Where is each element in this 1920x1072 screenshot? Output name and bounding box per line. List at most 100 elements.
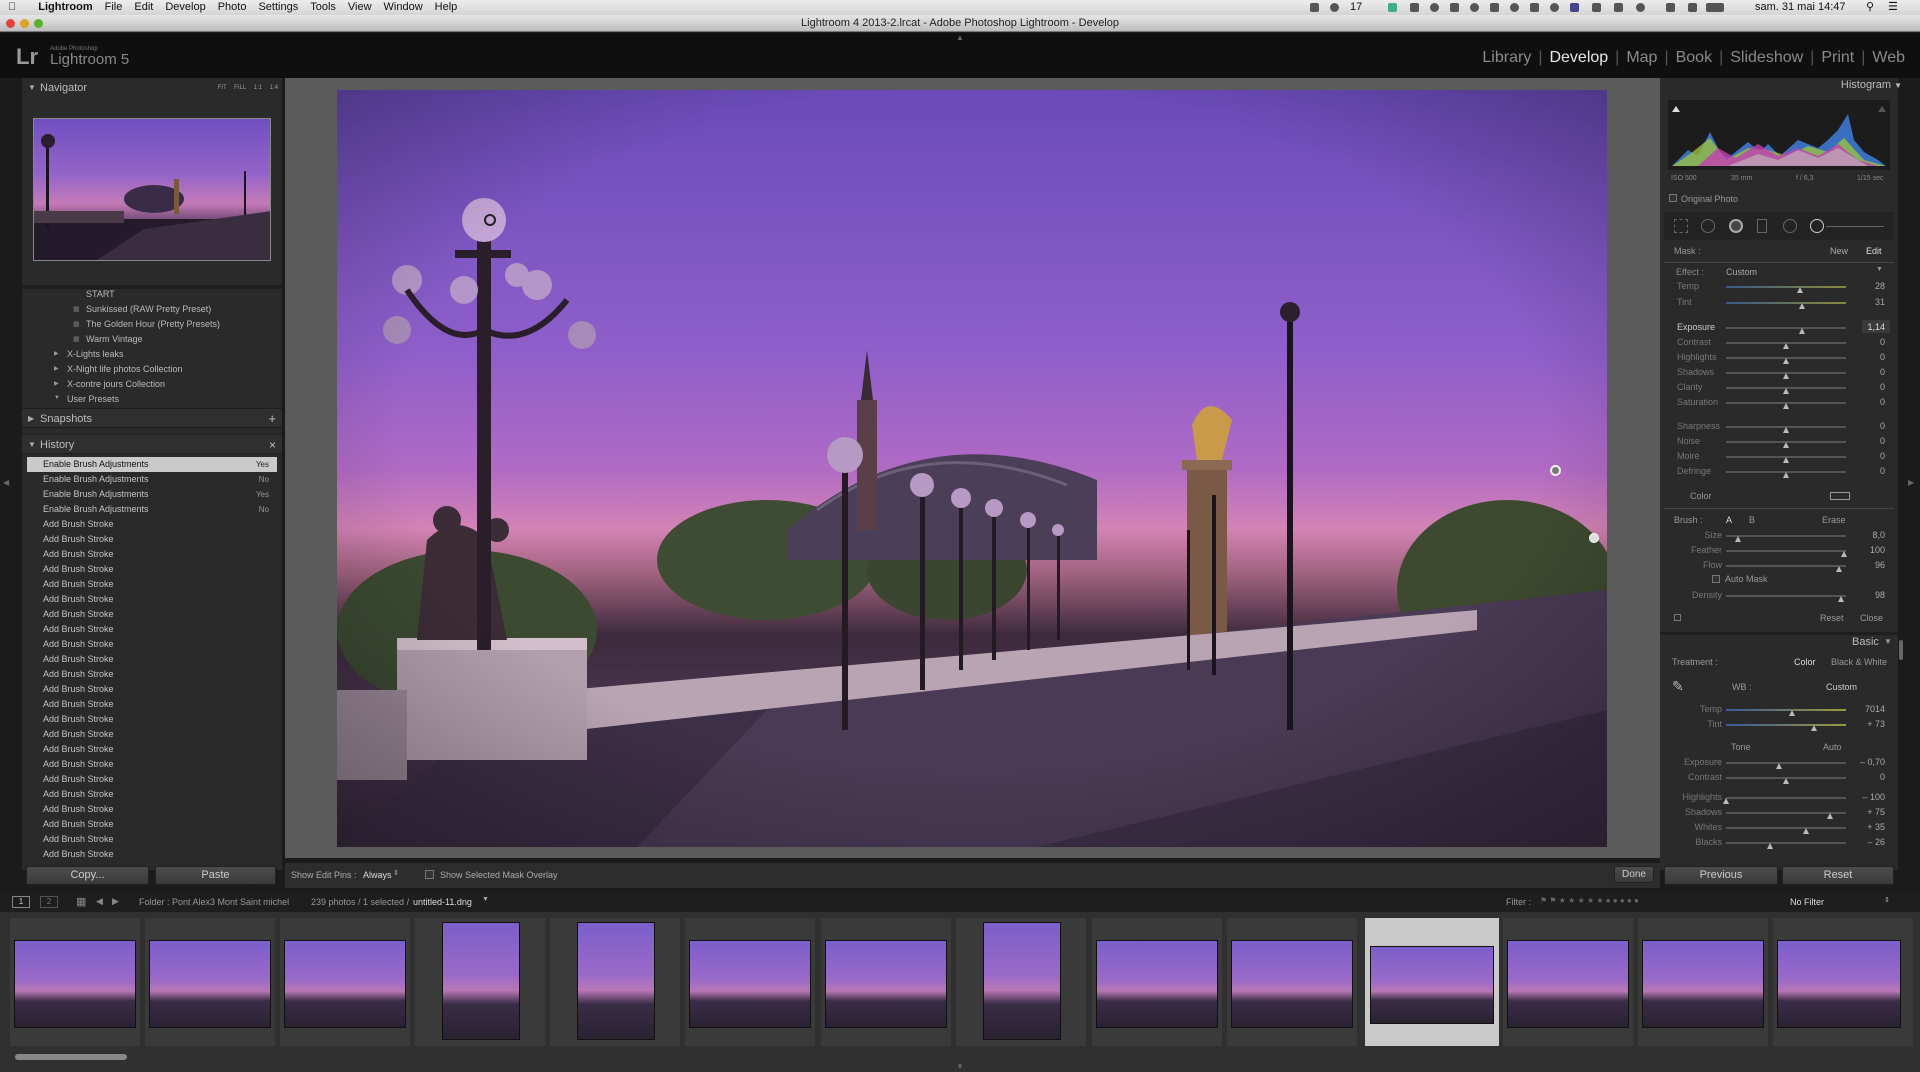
history-row[interactable]: Add Brush Stroke bbox=[27, 547, 277, 562]
slider-knob[interactable] bbox=[1835, 566, 1842, 572]
history-row[interactable]: Add Brush Stroke bbox=[27, 712, 277, 727]
treatment-bw-button[interactable]: Black & White bbox=[1831, 657, 1887, 667]
slider-track[interactable] bbox=[1726, 550, 1846, 552]
moon-icon[interactable] bbox=[1592, 3, 1601, 12]
thumbnail[interactable] bbox=[1096, 940, 1218, 1028]
slider-knob[interactable] bbox=[1775, 763, 1782, 769]
zoom-1-1[interactable]: 1:1 bbox=[254, 85, 262, 91]
snapshots-header[interactable]: ▶ Snapshots + bbox=[22, 408, 282, 428]
filmstrip-cell[interactable] bbox=[550, 918, 680, 1046]
color-swatch-button[interactable] bbox=[1830, 492, 1850, 500]
selected-filename[interactable]: untitled-11.dng bbox=[413, 897, 472, 907]
preset-item[interactable]: The Golden Hour (Pretty Presets) bbox=[86, 319, 220, 329]
menu-view[interactable]: View bbox=[348, 0, 372, 15]
minimize-window-icon[interactable] bbox=[20, 19, 29, 28]
wifi-icon[interactable] bbox=[1666, 3, 1675, 12]
slider-track[interactable] bbox=[1726, 286, 1846, 288]
thumbnail[interactable] bbox=[1231, 940, 1353, 1028]
slider-track[interactable] bbox=[1726, 595, 1846, 597]
slider-track[interactable] bbox=[1726, 327, 1846, 329]
filmstrip-cell[interactable] bbox=[956, 918, 1086, 1046]
forward-arrow-icon[interactable]: ▶ bbox=[112, 896, 119, 907]
dropbox-icon[interactable] bbox=[1470, 3, 1479, 12]
slider-value[interactable]: 0 bbox=[1845, 421, 1885, 431]
menu-settings[interactable]: Settings bbox=[258, 0, 298, 15]
slider-value[interactable]: 8,0 bbox=[1845, 530, 1885, 540]
slider-knob[interactable] bbox=[1783, 472, 1789, 478]
preset-item[interactable]: START bbox=[86, 289, 115, 299]
slider-knob[interactable] bbox=[1723, 798, 1729, 804]
slider-value[interactable]: + 35 bbox=[1845, 822, 1885, 832]
zoom-fit[interactable]: FIT bbox=[218, 85, 227, 91]
slider-knob[interactable] bbox=[1783, 427, 1789, 433]
slider-knob[interactable] bbox=[1783, 442, 1789, 448]
history-row[interactable]: Add Brush Stroke bbox=[27, 517, 277, 532]
history-row[interactable]: Add Brush Stroke bbox=[27, 532, 277, 547]
right-panel-scrollbar[interactable] bbox=[1899, 640, 1903, 660]
slider-value[interactable]: 0 bbox=[1845, 772, 1885, 782]
brush-erase-button[interactable]: Erase bbox=[1822, 515, 1846, 525]
filter-select[interactable]: No Filter bbox=[1790, 897, 1824, 907]
adobe-updates-badge[interactable]: 17 bbox=[1350, 0, 1362, 15]
collapse-triangle-icon[interactable]: ▼ bbox=[1884, 637, 1892, 646]
slider-value[interactable]: + 75 bbox=[1845, 807, 1885, 817]
second-window-button[interactable]: 2 bbox=[40, 896, 58, 908]
slider-value[interactable]: 31 bbox=[1845, 297, 1885, 307]
slider-value[interactable]: 0 bbox=[1845, 451, 1885, 461]
panel-switch-icon[interactable] bbox=[1674, 614, 1681, 621]
close-window-icon[interactable] bbox=[6, 19, 15, 28]
filmstrip-cell[interactable] bbox=[1092, 918, 1222, 1046]
slider-knob[interactable] bbox=[1827, 813, 1834, 819]
slider-value[interactable]: 98 bbox=[1845, 590, 1885, 600]
spot-removal-icon[interactable] bbox=[1701, 219, 1715, 233]
history-row[interactable]: Add Brush Stroke bbox=[27, 817, 277, 832]
preset-folder[interactable]: X-Lights leaks bbox=[67, 349, 124, 359]
brush-close-button[interactable]: Close bbox=[1860, 613, 1883, 623]
filmstrip-cell[interactable] bbox=[821, 918, 951, 1046]
thumbnail[interactable] bbox=[1642, 940, 1764, 1028]
history-row[interactable]: Add Brush Stroke bbox=[27, 682, 277, 697]
history-row[interactable]: Enable Brush Adjustments No bbox=[27, 502, 277, 517]
menu-develop[interactable]: Develop bbox=[165, 0, 205, 15]
copy-settings-button[interactable]: Copy... bbox=[26, 866, 149, 885]
bottom-panel-toggle-icon[interactable]: ▼ bbox=[956, 1062, 964, 1071]
chevron-updown-icon[interactable]: ⇕ bbox=[1884, 896, 1890, 904]
slider-value[interactable]: 7014 bbox=[1845, 704, 1885, 714]
menu-file[interactable]: File bbox=[105, 0, 123, 15]
slider-track[interactable] bbox=[1726, 797, 1846, 799]
edit-pin[interactable] bbox=[1550, 465, 1561, 476]
module-print[interactable]: Print bbox=[1814, 49, 1861, 67]
brush-reset-button[interactable]: Reset bbox=[1820, 613, 1844, 623]
module-map[interactable]: Map bbox=[1619, 49, 1664, 67]
sync-icon[interactable] bbox=[1388, 3, 1397, 12]
thumbnail[interactable] bbox=[14, 940, 136, 1028]
menu-tools[interactable]: Tools bbox=[310, 0, 336, 15]
slider-track[interactable] bbox=[1726, 709, 1846, 711]
slider-knob[interactable] bbox=[1789, 710, 1795, 716]
mask-overlay-checkbox[interactable] bbox=[425, 870, 434, 879]
expand-triangle-icon[interactable]: ▶ bbox=[54, 365, 59, 372]
thumbnail[interactable] bbox=[149, 940, 271, 1028]
slider-knob[interactable] bbox=[1735, 536, 1741, 542]
spotlight-icon[interactable]: ⚲ bbox=[1866, 0, 1874, 15]
thumbnail[interactable] bbox=[1507, 940, 1629, 1028]
right-panel-toggle-icon[interactable]: ▶ bbox=[1908, 478, 1914, 487]
histogram-title[interactable]: Histogram ▼ bbox=[1841, 79, 1902, 91]
collapse-triangle-icon[interactable]: ▼ bbox=[28, 435, 36, 455]
filmstrip-scrollbar[interactable] bbox=[15, 1054, 127, 1060]
crop-tool-icon[interactable] bbox=[1674, 219, 1688, 233]
thumbnail[interactable] bbox=[1370, 946, 1494, 1024]
slider-value[interactable]: 0 bbox=[1845, 466, 1885, 476]
done-button[interactable]: Done bbox=[1614, 866, 1654, 883]
history-row[interactable]: Add Brush Stroke bbox=[27, 847, 277, 857]
slider-value[interactable]: 0 bbox=[1845, 352, 1885, 362]
preset-folder[interactable]: User Presets bbox=[67, 394, 119, 404]
history-row[interactable]: Enable Brush Adjustments Yes bbox=[27, 457, 277, 472]
graduated-filter-icon[interactable] bbox=[1757, 219, 1767, 233]
slider-value[interactable]: – 0,70 bbox=[1845, 757, 1885, 767]
menu-app[interactable]: Lightroom bbox=[38, 0, 92, 15]
notification-icon[interactable]: ☰ bbox=[1888, 0, 1898, 15]
slider-knob[interactable] bbox=[1783, 388, 1789, 394]
slider-track[interactable] bbox=[1726, 724, 1846, 726]
expand-triangle-icon[interactable]: ▶ bbox=[54, 380, 59, 387]
